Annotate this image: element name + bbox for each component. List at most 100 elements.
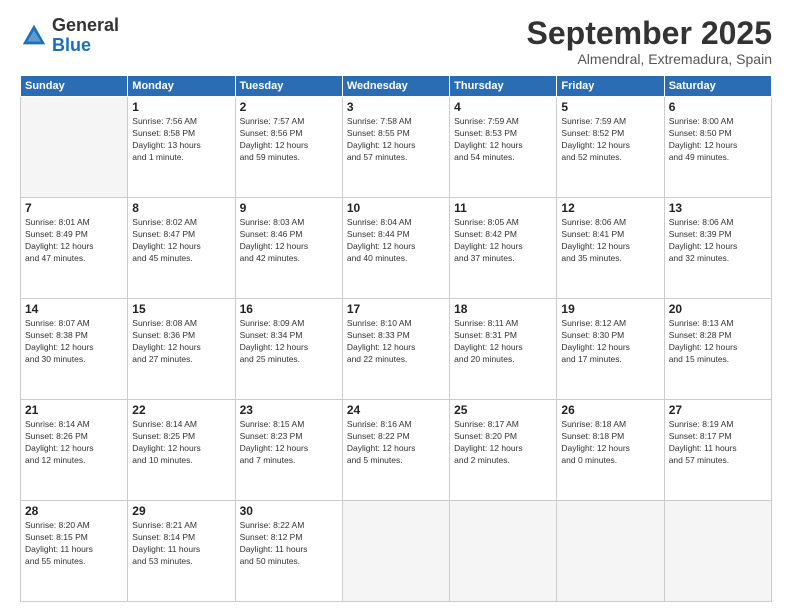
day-number: 21 [25, 403, 123, 417]
day-cell: 15Sunrise: 8:08 AMSunset: 8:36 PMDayligh… [128, 299, 235, 400]
day-cell: 13 Sunrise: 8:06 AMSunset: 8:39 PMDayligh… [664, 198, 771, 299]
day-cell: 23 Sunrise: 8:15 AMSunset: 8:23 PMDayligh… [235, 400, 342, 501]
title-block: September 2025 Almendral, Extremadura, S… [527, 16, 772, 67]
day-number: 19 [561, 302, 659, 316]
day-number: 13 [669, 201, 767, 215]
day-info: Sunrise: 8:18 AMSunset: 8:18 PMDaylight:… [561, 419, 659, 467]
page: General Blue September 2025 Almendral, E… [0, 0, 792, 612]
day-cell: 9 Sunrise: 8:03 AMSunset: 8:46 PMDaylight… [235, 198, 342, 299]
day-info: Sunrise: 8:14 AMSunset: 8:26 PMDaylight:… [25, 419, 123, 467]
day-number: 9 [240, 201, 338, 215]
header: General Blue September 2025 Almendral, E… [20, 16, 772, 67]
day-number: 18 [454, 302, 552, 316]
day-cell: 26 Sunrise: 8:18 AMSunset: 8:18 PMDayligh… [557, 400, 664, 501]
day-number: 26 [561, 403, 659, 417]
day-cell: 11 Sunrise: 8:05 AMSunset: 8:42 PMDayligh… [450, 198, 557, 299]
day-number: 10 [347, 201, 445, 215]
day-cell: 27 Sunrise: 8:19 AMSunset: 8:17 PMDayligh… [664, 400, 771, 501]
day-number: 27 [669, 403, 767, 417]
calendar: SundayMondayTuesdayWednesdayThursdayFrid… [20, 75, 772, 602]
day-number: 15 [132, 302, 230, 316]
week-row-4: 21 Sunrise: 8:14 AMSunset: 8:26 PMDayligh… [21, 400, 772, 501]
day-number: 4 [454, 100, 552, 114]
day-info: Sunrise: 8:22 AMSunset: 8:12 PMDaylight:… [240, 520, 338, 568]
weekday-header-sunday: Sunday [21, 76, 128, 97]
day-info: Sunrise: 7:58 AMSunset: 8:55 PMDaylight:… [347, 116, 445, 164]
day-info: Sunrise: 8:19 AMSunset: 8:17 PMDaylight:… [669, 419, 767, 467]
day-number: 14 [25, 302, 123, 316]
day-cell: 12 Sunrise: 8:06 AMSunset: 8:41 PMDayligh… [557, 198, 664, 299]
day-cell: 25 Sunrise: 8:17 AMSunset: 8:20 PMDayligh… [450, 400, 557, 501]
day-info: Sunrise: 7:59 AMSunset: 8:53 PMDaylight:… [454, 116, 552, 164]
day-cell: 2 Sunrise: 7:57 AMSunset: 8:56 PMDaylight… [235, 97, 342, 198]
day-info: Sunrise: 8:02 AMSunset: 8:47 PMDaylight:… [132, 217, 230, 265]
week-row-5: 28Sunrise: 8:20 AMSunset: 8:15 PMDayligh… [21, 501, 772, 602]
day-info: Sunrise: 8:00 AMSunset: 8:50 PMDaylight:… [669, 116, 767, 164]
day-info: Sunrise: 8:05 AMSunset: 8:42 PMDaylight:… [454, 217, 552, 265]
day-cell: 5Sunrise: 7:59 AMSunset: 8:52 PMDaylight… [557, 97, 664, 198]
day-number: 6 [669, 100, 767, 114]
day-number: 3 [347, 100, 445, 114]
day-cell: 10 Sunrise: 8:04 AMSunset: 8:44 PMDayligh… [342, 198, 449, 299]
day-number: 1 [132, 100, 230, 114]
week-row-2: 7 Sunrise: 8:01 AMSunset: 8:49 PMDaylight… [21, 198, 772, 299]
day-number: 7 [25, 201, 123, 215]
day-number: 24 [347, 403, 445, 417]
day-number: 20 [669, 302, 767, 316]
week-row-1: 1Sunrise: 7:56 AMSunset: 8:58 PMDaylight… [21, 97, 772, 198]
day-info: Sunrise: 8:06 AMSunset: 8:39 PMDaylight:… [669, 217, 767, 265]
day-number: 23 [240, 403, 338, 417]
day-info: Sunrise: 7:57 AMSunset: 8:56 PMDaylight:… [240, 116, 338, 164]
day-info: Sunrise: 8:07 AMSunset: 8:38 PMDaylight:… [25, 318, 123, 366]
day-info: Sunrise: 8:15 AMSunset: 8:23 PMDaylight:… [240, 419, 338, 467]
day-info: Sunrise: 8:09 AMSunset: 8:34 PMDaylight:… [240, 318, 338, 366]
weekday-header-saturday: Saturday [664, 76, 771, 97]
day-info: Sunrise: 8:10 AMSunset: 8:33 PMDaylight:… [347, 318, 445, 366]
day-number: 2 [240, 100, 338, 114]
subtitle: Almendral, Extremadura, Spain [527, 51, 772, 67]
day-number: 5 [561, 100, 659, 114]
day-info: Sunrise: 8:21 AMSunset: 8:14 PMDaylight:… [132, 520, 230, 568]
week-row-3: 14 Sunrise: 8:07 AMSunset: 8:38 PMDayligh… [21, 299, 772, 400]
day-number: 25 [454, 403, 552, 417]
day-cell: 8 Sunrise: 8:02 AMSunset: 8:47 PMDaylight… [128, 198, 235, 299]
weekday-header-wednesday: Wednesday [342, 76, 449, 97]
day-info: Sunrise: 8:16 AMSunset: 8:22 PMDaylight:… [347, 419, 445, 467]
day-cell: 21 Sunrise: 8:14 AMSunset: 8:26 PMDayligh… [21, 400, 128, 501]
day-number: 12 [561, 201, 659, 215]
day-cell: 30 Sunrise: 8:22 AMSunset: 8:12 PMDayligh… [235, 501, 342, 602]
weekday-header-tuesday: Tuesday [235, 76, 342, 97]
day-cell: 7 Sunrise: 8:01 AMSunset: 8:49 PMDaylight… [21, 198, 128, 299]
day-cell: 4 Sunrise: 7:59 AMSunset: 8:53 PMDaylight… [450, 97, 557, 198]
day-info: Sunrise: 8:04 AMSunset: 8:44 PMDaylight:… [347, 217, 445, 265]
day-cell: 16 Sunrise: 8:09 AMSunset: 8:34 PMDayligh… [235, 299, 342, 400]
day-cell [664, 501, 771, 602]
day-cell [21, 97, 128, 198]
day-info: Sunrise: 8:01 AMSunset: 8:49 PMDaylight:… [25, 217, 123, 265]
day-info: Sunrise: 8:17 AMSunset: 8:20 PMDaylight:… [454, 419, 552, 467]
day-number: 11 [454, 201, 552, 215]
day-cell [557, 501, 664, 602]
day-cell [450, 501, 557, 602]
day-info: Sunrise: 8:06 AMSunset: 8:41 PMDaylight:… [561, 217, 659, 265]
weekday-header-monday: Monday [128, 76, 235, 97]
day-cell: 1Sunrise: 7:56 AMSunset: 8:58 PMDaylight… [128, 97, 235, 198]
logo-general: General [52, 15, 119, 35]
weekday-header-thursday: Thursday [450, 76, 557, 97]
logo-blue: Blue [52, 35, 91, 55]
day-number: 22 [132, 403, 230, 417]
day-number: 29 [132, 504, 230, 518]
day-cell: 29 Sunrise: 8:21 AMSunset: 8:14 PMDayligh… [128, 501, 235, 602]
day-cell: 20Sunrise: 8:13 AMSunset: 8:28 PMDayligh… [664, 299, 771, 400]
day-info: Sunrise: 8:03 AMSunset: 8:46 PMDaylight:… [240, 217, 338, 265]
day-cell: 19 Sunrise: 8:12 AMSunset: 8:30 PMDayligh… [557, 299, 664, 400]
day-cell: 22Sunrise: 8:14 AMSunset: 8:25 PMDayligh… [128, 400, 235, 501]
weekday-header-row: SundayMondayTuesdayWednesdayThursdayFrid… [21, 76, 772, 97]
day-number: 17 [347, 302, 445, 316]
day-number: 30 [240, 504, 338, 518]
logo: General Blue [20, 16, 119, 56]
day-info: Sunrise: 8:11 AMSunset: 8:31 PMDaylight:… [454, 318, 552, 366]
day-info: Sunrise: 8:12 AMSunset: 8:30 PMDaylight:… [561, 318, 659, 366]
day-number: 8 [132, 201, 230, 215]
day-number: 16 [240, 302, 338, 316]
